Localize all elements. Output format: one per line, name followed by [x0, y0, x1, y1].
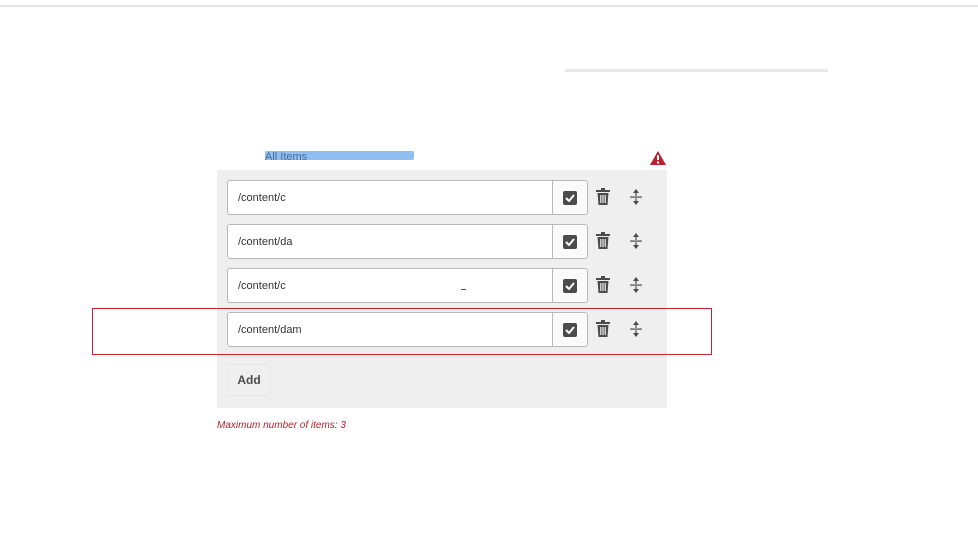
- path-input[interactable]: [227, 224, 564, 259]
- top-divider: [0, 5, 978, 7]
- path-picker-button[interactable]: [552, 224, 588, 259]
- trash-icon[interactable]: [595, 276, 611, 294]
- reorder-icon[interactable]: [629, 188, 643, 206]
- path-input[interactable]: [227, 268, 564, 303]
- validation-error-message: Maximum number of items: 3: [217, 420, 346, 431]
- reorder-icon[interactable]: [629, 276, 643, 294]
- path-input[interactable]: [227, 312, 564, 347]
- field-label-area: All Items: [265, 151, 415, 161]
- checkbox-icon: [563, 234, 577, 249]
- path-picker-button[interactable]: [552, 312, 588, 347]
- checkbox-icon: [563, 278, 577, 293]
- text-cursor-mark: [461, 289, 466, 290]
- checkbox-icon: [563, 322, 577, 337]
- multifield-item: [227, 312, 657, 347]
- multifield-item: [227, 224, 657, 259]
- trash-icon[interactable]: [595, 232, 611, 250]
- trash-icon[interactable]: [595, 320, 611, 338]
- multifield-item: [227, 180, 657, 215]
- multifield-container: Add: [217, 170, 667, 408]
- alert-triangle-icon: [650, 151, 666, 165]
- add-item-button[interactable]: Add: [227, 364, 271, 396]
- checkbox-icon: [563, 190, 577, 205]
- path-input[interactable]: [227, 180, 564, 215]
- path-picker-button[interactable]: [552, 268, 588, 303]
- multifield-item: [227, 268, 657, 303]
- trash-icon[interactable]: [595, 188, 611, 206]
- field-label: All Items: [265, 151, 308, 162]
- top-placeholder-bar: [565, 69, 828, 72]
- path-picker-button[interactable]: [552, 180, 588, 215]
- reorder-icon[interactable]: [629, 320, 643, 338]
- reorder-icon[interactable]: [629, 232, 643, 250]
